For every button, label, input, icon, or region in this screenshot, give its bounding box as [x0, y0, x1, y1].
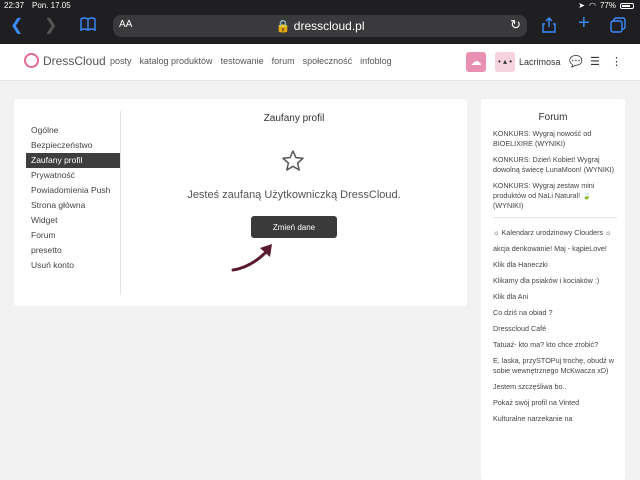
annotation-arrow-icon: [231, 244, 272, 272]
forum-thread[interactable]: ☼ Kalendarz urodzinowy Clouders ☼: [493, 228, 617, 238]
battery-icon: [620, 2, 634, 9]
forum-thread[interactable]: Tatuaż- kto ma? kto chce zrobić?: [493, 340, 617, 350]
menu-ogolne[interactable]: Ogólne: [26, 123, 120, 138]
forum-thread[interactable]: Klik dla Haneczki: [493, 260, 617, 270]
username[interactable]: Lacrimosa: [519, 57, 561, 67]
avatar[interactable]: • ▴ •: [495, 52, 515, 72]
status-bar: 22:37 Pon. 17.05 ➤ ◠ 77%: [0, 0, 640, 13]
forum-thread[interactable]: Kulturalne narzekanie na: [493, 414, 617, 424]
forum-top-post[interactable]: KONKURS: Wygraj zestaw mini produktów od…: [493, 181, 617, 211]
site-logo[interactable]: DressCloud: [24, 53, 106, 68]
address-bar[interactable]: AA 🔒 dresscloud.pl ↻: [113, 15, 527, 37]
tabs-icon[interactable]: [610, 17, 626, 38]
menu-zaufany-profil[interactable]: Zaufany profil: [26, 153, 120, 168]
forum-top-post[interactable]: KONKURS: Wygraj nowość od BIOELIXIRE (WY…: [493, 129, 617, 149]
forum-list: KONKURS: Wygraj nowość od BIOELIXIRE (WY…: [493, 129, 617, 430]
bookmarks-icon[interactable]: [80, 17, 96, 36]
forum-title: Forum: [538, 112, 568, 123]
battery-text: 77%: [599, 1, 616, 10]
new-tab-icon[interactable]: +: [578, 13, 590, 33]
messages-icon[interactable]: 💬: [569, 55, 583, 68]
menu-presetto[interactable]: presetto: [26, 243, 120, 258]
forum-thread[interactable]: Klikamy dla psiaków i kociaków :): [493, 276, 617, 286]
cloud-icon[interactable]: ☁: [466, 52, 486, 72]
status-right: ➤ ◠ 77%: [578, 1, 634, 10]
list-icon[interactable]: ☰: [590, 55, 600, 68]
nav-forum[interactable]: forum: [272, 56, 295, 66]
forum-thread[interactable]: Klik dla Ani: [493, 292, 617, 302]
trusted-message: Jesteś zaufaną Użytkowniczką DressCloud.: [187, 189, 401, 201]
site-header: DressCloud posty katalog produktów testo…: [0, 44, 640, 81]
nav-spolecznosc[interactable]: społeczność: [303, 56, 353, 66]
forum-thread[interactable]: Jestem szczęśliwa bo..: [493, 382, 617, 392]
status-date: Pon. 17.05: [32, 1, 71, 10]
status-time: 22:37: [4, 1, 25, 10]
menu-forum[interactable]: Forum: [26, 228, 120, 243]
nav-testowanie[interactable]: testowanie: [221, 56, 264, 66]
menu-usun-konto[interactable]: Usuń konto: [26, 258, 120, 273]
main-nav: posty katalog produktów testowanie forum…: [110, 56, 392, 66]
menu-powiadomienia[interactable]: Powiadomienia Push: [26, 183, 120, 198]
browser-chrome: 22:37 Pon. 17.05 ➤ ◠ 77% ❮ ❯ AA 🔒 dressc…: [0, 0, 640, 44]
location-icon: ➤: [578, 1, 585, 10]
lock-icon: 🔒: [275, 19, 291, 33]
nav-katalog[interactable]: katalog produktów: [140, 56, 213, 66]
forum-separator: [493, 217, 617, 218]
forum-thread[interactable]: Pokaż swój profil na Vinted: [493, 398, 617, 408]
nav-posty[interactable]: posty: [110, 56, 132, 66]
divider: [120, 111, 121, 295]
menu-prywatnosc[interactable]: Prywatność: [26, 168, 120, 183]
reload-icon[interactable]: ↻: [510, 17, 521, 33]
url-text: 🔒 dresscloud.pl: [113, 19, 527, 33]
logo-icon: [24, 53, 39, 68]
wifi-icon: ◠: [589, 1, 596, 10]
forward-icon[interactable]: ❯: [44, 17, 57, 35]
menu-bezpieczenstwo[interactable]: Bezpieczeństwo: [26, 138, 120, 153]
url-value: dresscloud.pl: [293, 19, 365, 33]
forum-thread[interactable]: E, laska, przySTOPuj trochę, obudź w sob…: [493, 356, 617, 376]
star-icon: [282, 150, 304, 171]
nav-infoblog[interactable]: infoblog: [360, 56, 392, 66]
more-icon[interactable]: ⋮: [611, 55, 622, 68]
menu-widget[interactable]: Widget: [26, 213, 120, 228]
settings-card: Ogólne Bezpieczeństwo Zaufany profil Pry…: [14, 99, 467, 306]
back-icon[interactable]: ❮: [10, 17, 23, 35]
forum-thread[interactable]: Dresscloud Café: [493, 324, 617, 334]
logo-text: DressCloud: [43, 53, 106, 68]
forum-thread[interactable]: Co dziś na obiad ?: [493, 308, 617, 318]
page-title: Zaufany profil: [263, 113, 325, 124]
settings-menu: Ogólne Bezpieczeństwo Zaufany profil Pry…: [26, 123, 120, 273]
forum-thread[interactable]: akcja denkowanie! Maj - kąpieLove!: [493, 244, 617, 254]
forum-widget: Forum KONKURS: Wygraj nowość od BIOELIXI…: [481, 99, 625, 480]
change-data-button[interactable]: Zmień dane: [251, 216, 337, 238]
menu-strona-glowna[interactable]: Strona główna: [26, 198, 120, 213]
share-icon[interactable]: [542, 17, 556, 38]
forum-top-post[interactable]: KONKURS: Dzień Kobiet! Wygraj dowolną św…: [493, 155, 617, 175]
